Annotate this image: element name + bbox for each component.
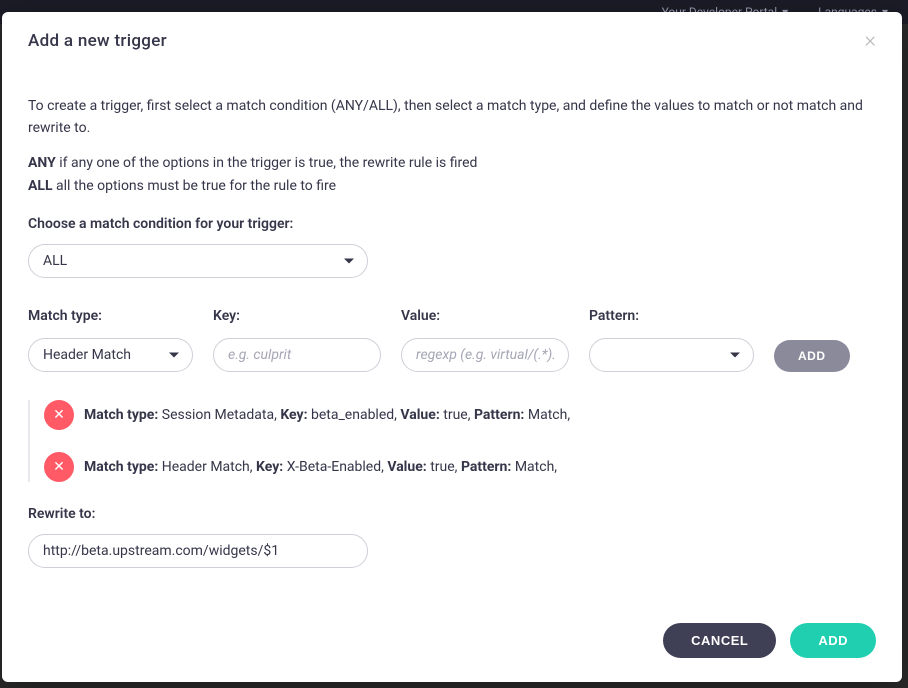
add-trigger-button[interactable]: ADD [774, 340, 850, 372]
rewrite-input[interactable] [28, 534, 368, 568]
add-col: ADD [774, 340, 850, 372]
trigger-text: Match type: Header Match, Key: X-Beta-En… [84, 459, 557, 475]
trigger-key-value: X-Beta-Enabled, [287, 459, 384, 475]
any-description: ANY if any one of the options in the tri… [28, 153, 876, 175]
rewrite-section: Rewrite to: [28, 506, 876, 568]
add-trigger-modal: Add a new trigger × To create a trigger,… [2, 12, 902, 682]
trigger-item: ✕ Match type: Session Metadata, Key: bet… [44, 400, 876, 430]
value-input[interactable] [401, 338, 569, 372]
match-type-select[interactable]: Header Match [28, 338, 193, 372]
remove-trigger-button[interactable]: ✕ [44, 400, 74, 430]
trigger-value-label: Value: [387, 459, 426, 475]
modal-footer: CANCEL ADD [2, 605, 902, 682]
condition-label: Choose a match condition for your trigge… [28, 216, 876, 232]
all-description: ALL all the options must be true for the… [28, 176, 876, 198]
value-label: Value: [401, 308, 569, 324]
match-type-select-wrap: Header Match [28, 338, 193, 372]
all-label: ALL [28, 178, 53, 194]
value-col: Value: [401, 308, 569, 372]
modal-header: Add a new trigger × [2, 12, 902, 66]
close-icon: ✕ [53, 406, 65, 423]
trigger-form-row: Match type: Header Match Key: Value: Pat… [28, 308, 876, 372]
trigger-pattern-value: Match, [515, 459, 557, 475]
match-type-label: Match type: [28, 308, 193, 324]
cancel-button[interactable]: CANCEL [663, 623, 776, 658]
trigger-key-label: Key: [256, 459, 283, 475]
trigger-key-value: beta_enabled, [311, 407, 397, 423]
trigger-key-label: Key: [280, 407, 307, 423]
key-label: Key: [213, 308, 381, 324]
condition-select[interactable]: ALL [28, 244, 368, 278]
trigger-value-value: true, [443, 407, 470, 423]
intro-text: To create a trigger, first select a matc… [28, 96, 876, 139]
trigger-match-type-value: Session Metadata, [162, 407, 277, 423]
any-text: if any one of the options in the trigger… [56, 155, 478, 171]
trigger-pattern-label: Pattern: [474, 407, 524, 423]
modal-body: To create a trigger, first select a matc… [2, 66, 902, 605]
trigger-pattern-value: Match, [528, 407, 570, 423]
pattern-col: Pattern: [589, 308, 754, 372]
rewrite-label: Rewrite to: [28, 506, 876, 522]
trigger-match-type-value: Header Match, [162, 459, 253, 475]
trigger-match-type-label: Match type: [84, 459, 158, 475]
condition-select-wrap: ALL [28, 244, 368, 278]
key-input[interactable] [213, 338, 381, 372]
trigger-text: Match type: Session Metadata, Key: beta_… [84, 407, 570, 423]
all-text: all the options must be true for the rul… [53, 178, 337, 194]
trigger-match-type-label: Match type: [84, 407, 158, 423]
remove-trigger-button[interactable]: ✕ [44, 452, 74, 482]
submit-add-button[interactable]: ADD [790, 623, 876, 658]
any-label: ANY [28, 155, 56, 171]
pattern-label: Pattern: [589, 308, 754, 324]
close-icon[interactable]: × [864, 30, 876, 52]
trigger-item: ✕ Match type: Header Match, Key: X-Beta-… [44, 452, 876, 482]
match-type-col: Match type: Header Match [28, 308, 193, 372]
trigger-value-label: Value: [400, 407, 439, 423]
modal-title: Add a new trigger [28, 31, 167, 51]
close-icon: ✕ [53, 458, 65, 475]
trigger-pattern-label: Pattern: [461, 459, 511, 475]
trigger-value-value: true, [430, 459, 457, 475]
key-col: Key: [213, 308, 381, 372]
pattern-select-wrap [589, 338, 754, 372]
pattern-select[interactable] [589, 338, 754, 372]
triggers-list: ✕ Match type: Session Metadata, Key: bet… [28, 400, 876, 482]
